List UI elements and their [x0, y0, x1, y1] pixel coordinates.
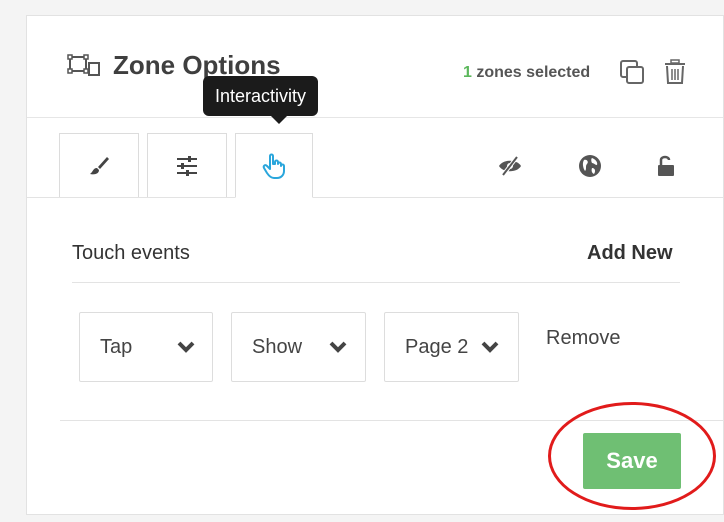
action-value: Show [252, 336, 303, 358]
selected-count: 1 [463, 64, 472, 81]
globe-icon[interactable] [577, 153, 603, 179]
hand-pointer-icon [262, 153, 285, 179]
touch-events-label: Touch events [72, 242, 190, 264]
chevron-down-icon [481, 341, 499, 353]
remove-event-link[interactable]: Remove [546, 327, 620, 350]
interactivity-tooltip: Interactivity [203, 76, 319, 124]
unlock-icon[interactable] [653, 153, 679, 179]
tab-interactivity[interactable] [235, 133, 313, 198]
trash-icon[interactable] [663, 59, 687, 85]
chevron-down-icon [329, 341, 347, 353]
options-tab-bar [27, 117, 723, 198]
action-select[interactable]: Show [231, 312, 366, 382]
paintbrush-icon [90, 156, 109, 174]
section-divider [72, 282, 680, 283]
event-type-value: Tap [100, 336, 133, 358]
eye-slash-icon[interactable] [497, 153, 523, 179]
tab-style[interactable] [59, 133, 139, 197]
copy-icon[interactable] [619, 59, 645, 85]
panel-header: Zone Options 1 zones selected [27, 16, 723, 118]
selected-suffix: zones selected [471, 64, 591, 81]
save-button[interactable]: Save [583, 433, 681, 489]
zone-options-panel: Zone Options 1 zones selected Interactiv… [26, 15, 724, 515]
chevron-down-icon [177, 341, 195, 353]
tab-adjustments[interactable] [147, 133, 227, 197]
event-type-select[interactable]: Tap [79, 312, 213, 382]
sliders-icon [177, 155, 197, 176]
zones-selected-status: 1 zones selected [463, 64, 590, 82]
add-new-button[interactable]: Add New [587, 242, 673, 265]
zone-selection-icon [67, 54, 100, 76]
target-value: Page 2 [405, 336, 469, 358]
footer-divider [60, 420, 724, 421]
target-select[interactable]: Page 2 [384, 312, 519, 382]
